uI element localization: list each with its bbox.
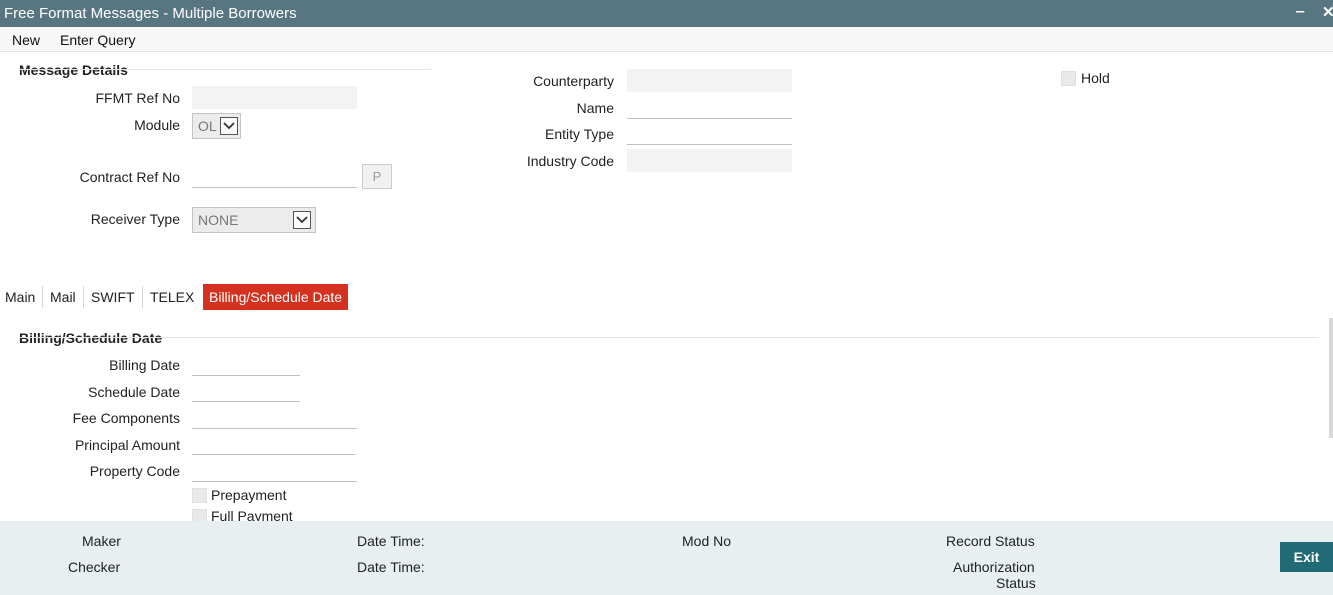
vertical-scrollbar[interactable] xyxy=(1329,318,1333,438)
exit-button[interactable]: Exit xyxy=(1280,542,1333,572)
prepayment-label: Prepayment xyxy=(211,487,287,503)
module-select[interactable]: OL xyxy=(192,113,241,139)
ffmt-ref-no-label: FFMT Ref No xyxy=(95,90,180,106)
tab-divider xyxy=(142,286,143,308)
entity-type-field[interactable] xyxy=(627,121,792,145)
checker-date-time-label: Date Time: xyxy=(357,559,425,575)
property-code-label: Property Code xyxy=(89,463,180,479)
module-value: OL xyxy=(198,118,217,134)
fee-components-label: Fee Components xyxy=(72,410,180,426)
contract-ref-no-label: Contract Ref No xyxy=(79,169,180,185)
counterparty-input[interactable] xyxy=(627,69,792,92)
chevron-down-icon[interactable] xyxy=(220,117,238,135)
industry-code-field[interactable] xyxy=(627,149,792,172)
fee-components-input[interactable] xyxy=(192,405,357,428)
entity-type-label: Entity Type xyxy=(544,126,614,142)
minimize-icon[interactable]: ‒ xyxy=(1296,3,1304,20)
close-icon[interactable]: ✕ xyxy=(1322,3,1333,21)
name-input[interactable] xyxy=(627,95,792,118)
billing-date-field[interactable] xyxy=(192,352,300,376)
billing-date-input[interactable] xyxy=(192,352,300,375)
schedule-date-input[interactable] xyxy=(192,378,300,401)
counterparty-label: Counterparty xyxy=(533,73,614,89)
principal-amount-input[interactable] xyxy=(192,431,355,454)
principal-amount-field[interactable] xyxy=(192,431,355,455)
name-label: Name xyxy=(576,100,614,116)
authorization-label: Authorization xyxy=(953,559,1035,575)
section-divider xyxy=(19,337,1319,338)
property-code-input[interactable] xyxy=(192,458,357,481)
window-title: Free Format Messages - Multiple Borrower… xyxy=(4,5,297,22)
section-divider xyxy=(19,69,431,70)
audit-footer: Maker Checker Date Time: Date Time: Mod … xyxy=(0,521,1333,595)
record-status-label: Record Status xyxy=(946,533,1035,549)
mod-no-label: Mod No xyxy=(682,533,732,549)
prepayment-checkbox[interactable] xyxy=(192,488,207,503)
billing-date-label: Billing Date xyxy=(109,357,180,373)
hold-label: Hold xyxy=(1081,70,1110,86)
tab-divider xyxy=(83,286,84,308)
module-label: Module xyxy=(134,117,180,133)
contract-ref-no-input[interactable] xyxy=(192,164,357,187)
entity-type-input[interactable] xyxy=(627,121,792,144)
maker-date-time-label: Date Time: xyxy=(357,533,425,549)
menu-bar: New Enter Query xyxy=(0,27,1333,52)
industry-code-label: Industry Code xyxy=(526,153,614,169)
ffmt-ref-no-input[interactable] xyxy=(192,86,357,109)
counterparty-field[interactable] xyxy=(627,69,792,92)
menu-new[interactable]: New xyxy=(12,32,40,48)
tab-swift[interactable]: SWIFT xyxy=(91,284,135,310)
billing-section-title: Billing/Schedule Date xyxy=(19,330,163,346)
tab-billing-schedule-date[interactable]: Billing/Schedule Date xyxy=(203,284,349,310)
industry-code-input[interactable] xyxy=(627,149,792,172)
tab-main[interactable]: Main xyxy=(5,284,35,310)
fee-components-field[interactable] xyxy=(192,405,357,429)
ffmt-ref-no-field[interactable] xyxy=(192,86,357,109)
authorization-status-label: Status xyxy=(996,575,1036,591)
menu-enter-query[interactable]: Enter Query xyxy=(60,32,135,48)
schedule-date-label: Schedule Date xyxy=(88,384,180,400)
principal-amount-label: Principal Amount xyxy=(74,437,180,453)
property-code-field[interactable] xyxy=(192,458,357,482)
maker-label: Maker xyxy=(82,533,121,549)
hold-checkbox[interactable] xyxy=(1061,71,1076,86)
chevron-down-icon[interactable] xyxy=(293,211,311,229)
contract-lov-button[interactable]: P xyxy=(362,164,392,189)
name-field[interactable] xyxy=(627,95,792,119)
tab-mail[interactable]: Mail xyxy=(50,284,76,310)
schedule-date-field[interactable] xyxy=(192,378,300,402)
tab-telex[interactable]: TELEX xyxy=(150,284,194,310)
tab-divider xyxy=(42,286,43,308)
receiver-type-label: Receiver Type xyxy=(90,211,180,227)
contract-ref-no-field[interactable] xyxy=(192,164,357,188)
checker-label: Checker xyxy=(68,559,121,575)
message-details-title: Message Details xyxy=(19,62,128,78)
window-titlebar: Free Format Messages - Multiple Borrower… xyxy=(0,0,1333,27)
receiver-type-select[interactable]: NONE xyxy=(192,207,316,233)
receiver-type-value: NONE xyxy=(198,212,239,228)
